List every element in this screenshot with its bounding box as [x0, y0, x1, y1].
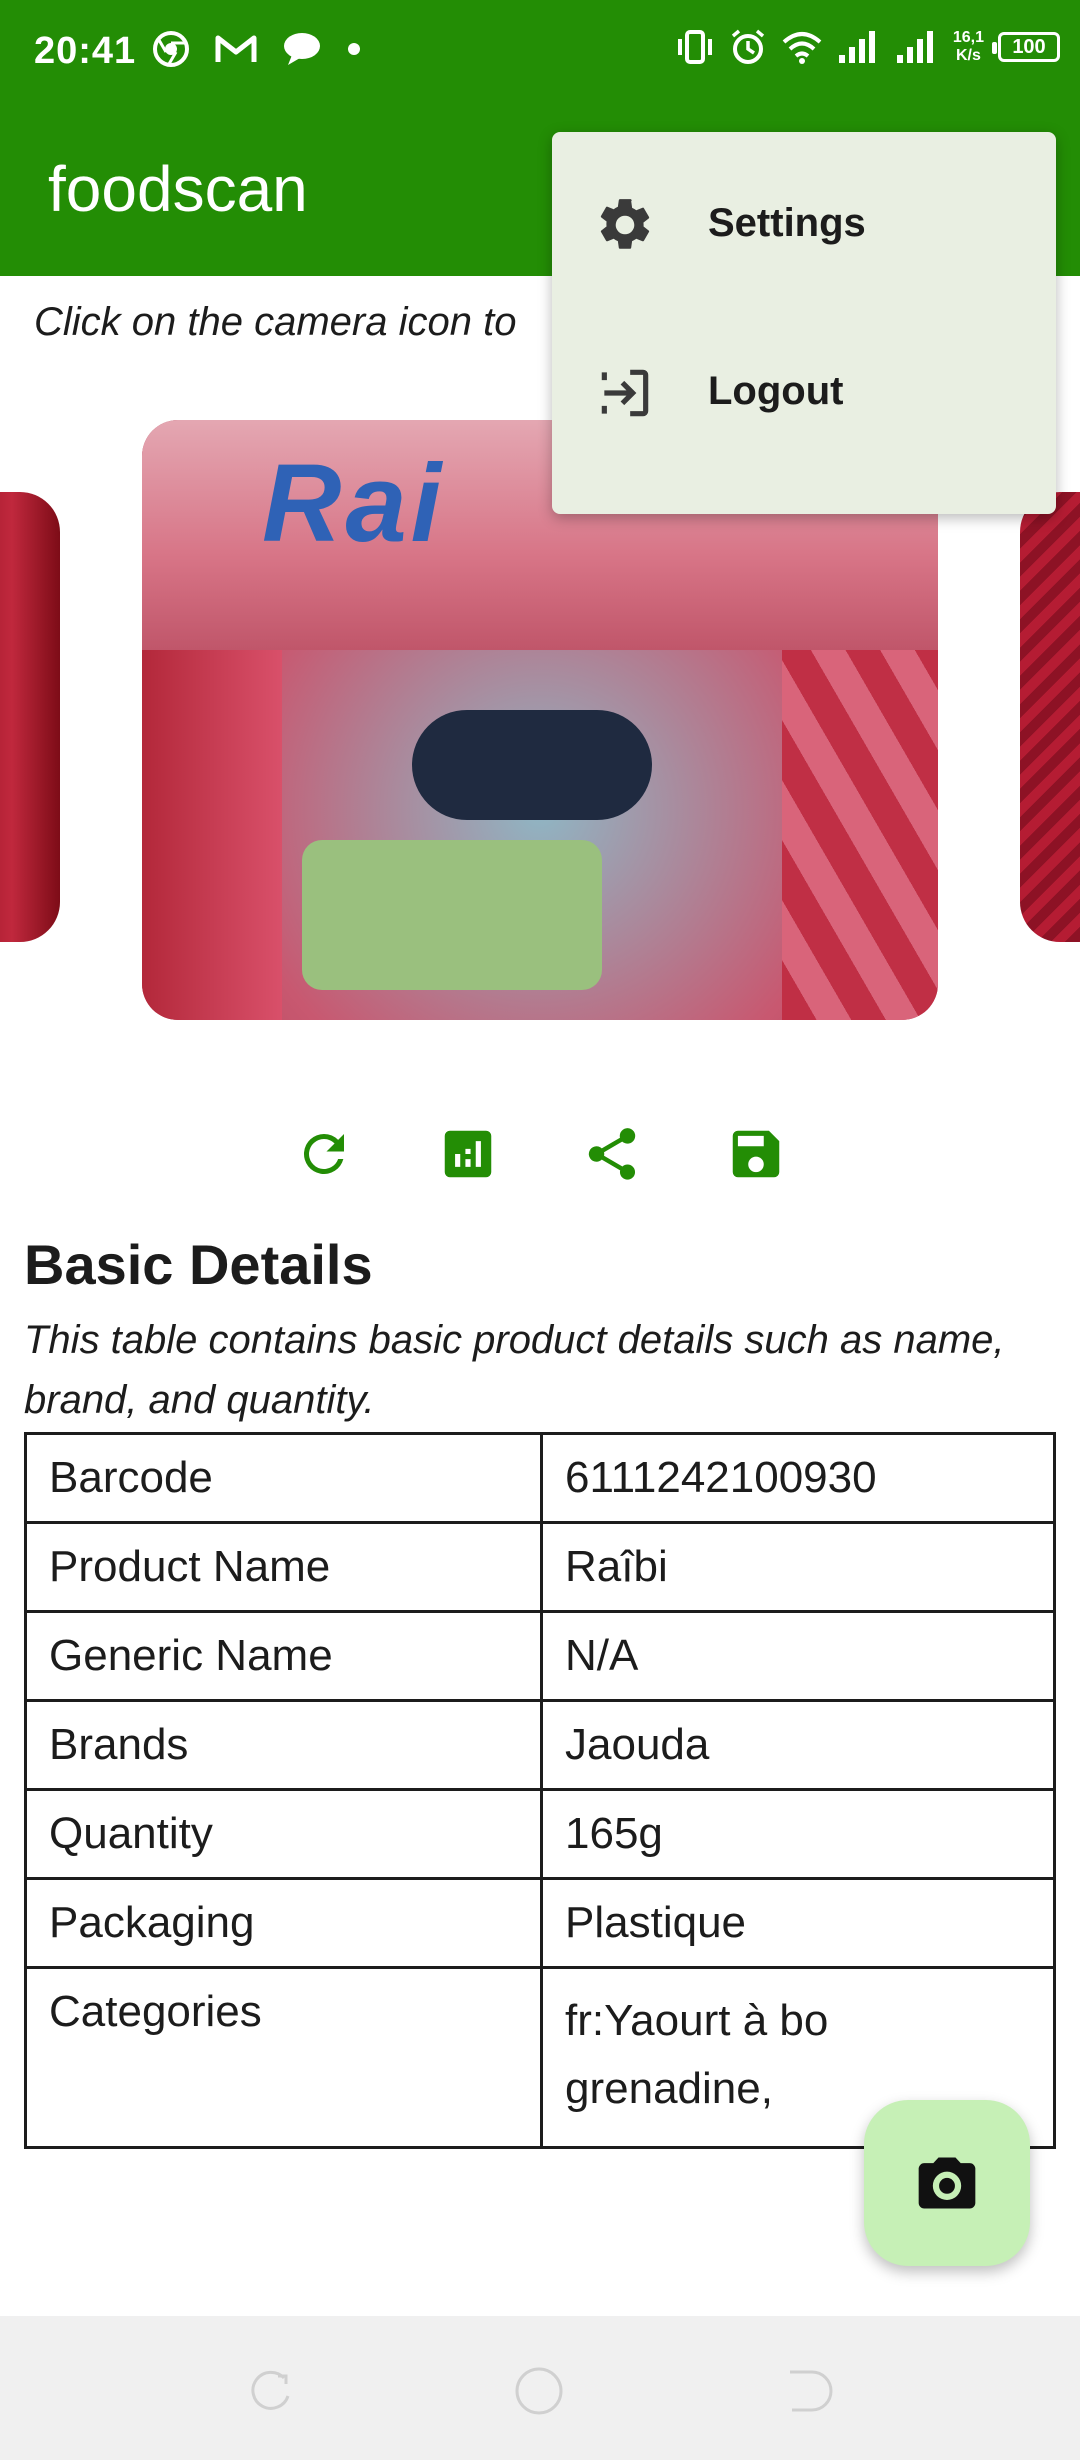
- share-button[interactable]: [574, 1116, 650, 1192]
- overflow-menu: Settings Logout: [552, 132, 1056, 514]
- wifi-icon: [782, 32, 822, 64]
- recents-icon[interactable]: [244, 2364, 298, 2418]
- battery-indicator: 100: [992, 32, 1060, 62]
- carousel-next-image[interactable]: [1020, 492, 1080, 942]
- save-button[interactable]: [718, 1116, 794, 1192]
- refresh-icon: [303, 1134, 344, 1174]
- network-speed: 16,1 K/s: [953, 29, 984, 65]
- camera-hint-text: Click on the camera icon to: [34, 300, 517, 344]
- table-row: Quantity 165g: [24, 1788, 1056, 1880]
- action-bar: [0, 1110, 1080, 1200]
- back-icon[interactable]: [782, 2364, 836, 2418]
- menu-item-logout[interactable]: Logout: [552, 316, 1056, 466]
- alarm-icon: [731, 29, 764, 64]
- status-time: 20:41: [34, 30, 137, 72]
- notification-icons: [152, 30, 362, 68]
- section-title: Basic Details: [24, 1233, 373, 1296]
- gmail-icon: [215, 35, 257, 62]
- chart-button[interactable]: [430, 1116, 506, 1192]
- table-cell-key: Brands: [24, 1699, 543, 1791]
- signal-icon: [838, 31, 875, 63]
- table-cell-value: Raîbi: [540, 1521, 1056, 1613]
- table-cell-key: Barcode: [24, 1432, 543, 1524]
- table-cell-value: 165g: [540, 1788, 1056, 1880]
- table-cell-value: Jaouda: [540, 1699, 1056, 1791]
- menu-item-logout-label: Logout: [708, 368, 844, 413]
- status-bar: 20:41 16,1 K/s 100: [0, 0, 1080, 110]
- table-cell-value: Plastique: [540, 1877, 1056, 1969]
- chat-bubble-icon: [284, 33, 320, 65]
- system-nav-bar: [0, 2316, 1080, 2460]
- camera-fab[interactable]: [864, 2100, 1030, 2266]
- menu-item-settings[interactable]: Settings: [552, 148, 1056, 298]
- table-row: Packaging Plastique: [24, 1877, 1056, 1969]
- section-description: This table contains basic product detail…: [24, 1318, 1005, 1422]
- network-speed-unit: K/s: [955, 47, 981, 64]
- app-title: foodscan: [48, 153, 308, 225]
- table-cell-key: Categories: [24, 1966, 543, 2149]
- save-icon: [732, 1130, 780, 1178]
- table-row: Barcode 6111242100930: [24, 1432, 1056, 1524]
- details-table: Barcode 6111242100930 Product Name Raîbi…: [24, 1432, 1056, 2149]
- table-cell-key: Generic Name: [24, 1610, 543, 1702]
- vibrate-icon: [677, 30, 712, 64]
- table-cell-key: Packaging: [24, 1877, 543, 1969]
- dot-icon: [348, 43, 360, 55]
- carousel-previous-image[interactable]: [0, 492, 60, 942]
- table-row: Product Name Raîbi: [24, 1521, 1056, 1613]
- logout-icon: [601, 369, 649, 417]
- signal-icon: [896, 31, 933, 63]
- network-speed-value: 16,1: [952, 29, 984, 46]
- table-cell-key: Quantity: [24, 1788, 543, 1880]
- refresh-button[interactable]: [286, 1116, 362, 1192]
- table-row: Generic Name N/A: [24, 1610, 1056, 1702]
- chrome-icon: [153, 31, 189, 67]
- gear-icon: [600, 199, 650, 249]
- table-cell-value: N/A: [540, 1610, 1056, 1702]
- chart-icon: [444, 1130, 492, 1178]
- share-icon: [588, 1128, 636, 1180]
- camera-icon: [918, 2157, 976, 2209]
- product-image-text: Rai: [262, 442, 446, 565]
- home-icon[interactable]: [512, 2364, 566, 2418]
- system-icons: 16,1 K/s 100: [675, 28, 1060, 66]
- table-cell-value: 6111242100930: [540, 1432, 1056, 1524]
- table-row: Brands Jaouda: [24, 1699, 1056, 1791]
- table-cell-key: Product Name: [24, 1521, 543, 1613]
- menu-item-settings-label: Settings: [708, 200, 866, 245]
